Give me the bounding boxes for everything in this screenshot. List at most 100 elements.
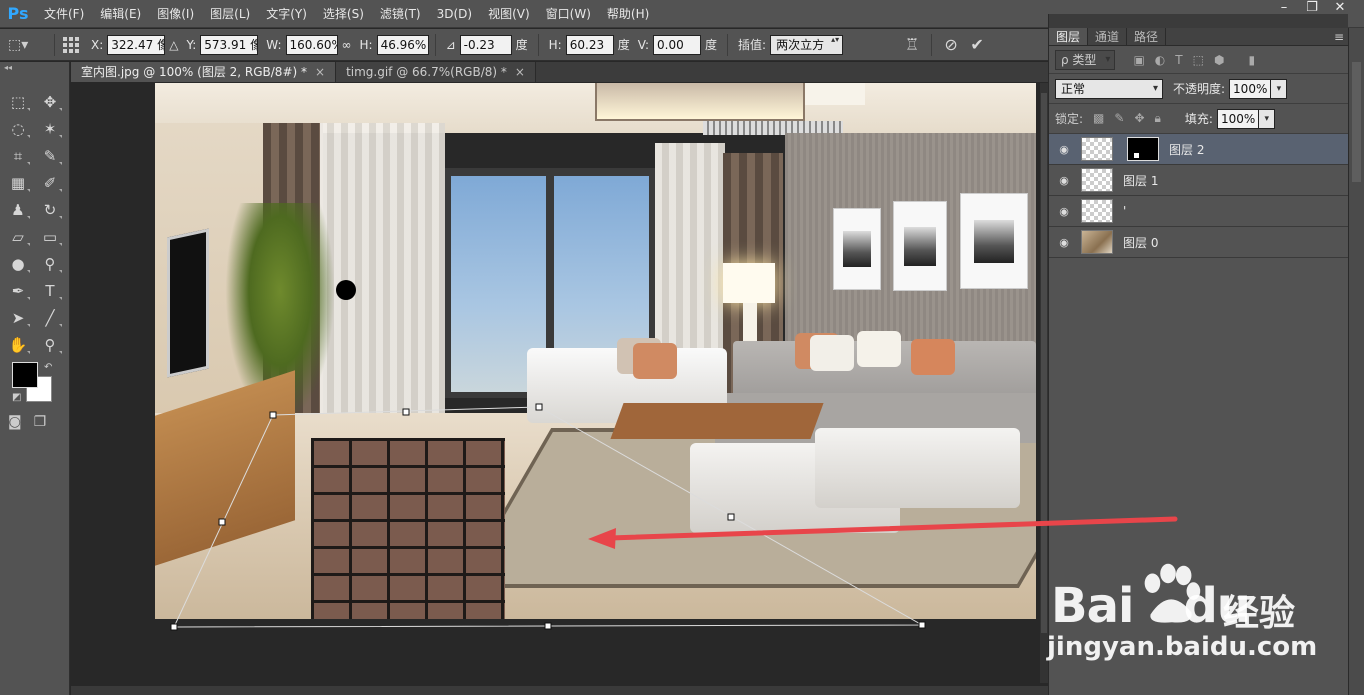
dodge-tool-icon[interactable]: ⚲	[36, 252, 64, 276]
gradient-tool-icon[interactable]: ▭	[36, 225, 64, 249]
default-colors-icon[interactable]: ◩	[12, 392, 21, 403]
line-tool-icon[interactable]: ╱	[36, 306, 64, 330]
warp-mode-icon[interactable]: ♖	[899, 33, 925, 57]
interpolation-select[interactable]: 两次立方	[770, 34, 844, 55]
baidu-logo-text: Bai du	[1051, 578, 1251, 634]
filter-toggle-icon[interactable]: ▮	[1248, 53, 1255, 67]
foreground-color[interactable]	[12, 362, 38, 388]
relative-icon[interactable]: △	[169, 38, 178, 52]
menu-edit[interactable]: 编辑(E)	[92, 0, 149, 28]
hskew-input[interactable]: 60.23	[565, 34, 614, 55]
lock-position-icon[interactable]: ✥	[1134, 111, 1144, 126]
healing-brush-icon[interactable]: ▦	[4, 171, 32, 195]
crop-tool-icon[interactable]: ⌗	[4, 144, 32, 168]
swap-colors-icon[interactable]: ↶	[44, 362, 52, 373]
layer-row-0[interactable]: ◉ 图层 0	[1049, 227, 1348, 258]
tab-channels[interactable]: 通道	[1088, 28, 1128, 45]
move-tool-icon[interactable]: ✥	[36, 90, 64, 114]
menu-view[interactable]: 视图(V)	[480, 0, 538, 28]
fill-label: 填充:	[1184, 112, 1213, 126]
menu-filter[interactable]: 滤镜(T)	[372, 0, 429, 28]
lock-transparency-icon[interactable]: ▩	[1093, 111, 1104, 126]
brush-tool-icon[interactable]: ✐	[36, 171, 64, 195]
scrollbar-thumb[interactable]	[1041, 93, 1047, 633]
tab-close-icon[interactable]: ×	[315, 65, 325, 79]
y-input[interactable]: 573.91 像	[200, 34, 259, 55]
tab-layers[interactable]: 图层	[1049, 28, 1089, 45]
visibility-eye-icon[interactable]: ◉	[1049, 205, 1079, 218]
lock-icons: ▩ ✎ ✥ 🔒︎	[1093, 111, 1161, 126]
cancel-transform-icon[interactable]: ⊘	[938, 33, 964, 57]
history-brush-icon[interactable]: ↻	[36, 198, 64, 222]
lasso-tool-icon[interactable]: ◌	[4, 117, 32, 141]
blend-mode-select[interactable]: 正常	[1055, 78, 1163, 99]
panel-dock-scroll[interactable]	[1352, 62, 1361, 182]
tab-paths[interactable]: 路径	[1127, 28, 1167, 45]
commit-transform-icon[interactable]: ✔	[964, 33, 990, 57]
layer-row-quote[interactable]: ◉ '	[1049, 196, 1348, 227]
filter-shape-icon[interactable]: ⬚	[1193, 53, 1204, 67]
width-input[interactable]: 160.60%	[285, 34, 338, 55]
divider	[54, 33, 55, 56]
magic-wand-icon[interactable]: ✶	[36, 117, 64, 141]
hand-tool-icon[interactable]: ✋	[4, 333, 32, 357]
menu-3d[interactable]: 3D(D)	[429, 0, 480, 28]
eraser-icon[interactable]: ▱	[4, 225, 32, 249]
quick-mask-icon[interactable]: ◙	[8, 414, 22, 430]
filter-pixel-icon[interactable]: ▣	[1133, 53, 1144, 67]
tab-document-1[interactable]: 室内图.jpg @ 100% (图层 2, RGB/8#) * ×	[71, 62, 337, 82]
filter-adjustment-icon[interactable]: ◐	[1155, 53, 1165, 67]
filter-smart-object-icon[interactable]: ⬢	[1214, 53, 1224, 67]
lock-pixels-icon[interactable]: ✎	[1114, 111, 1124, 126]
menu-image[interactable]: 图像(I)	[149, 0, 202, 28]
visibility-eye-icon[interactable]: ◉	[1049, 174, 1079, 187]
lock-all-icon[interactable]: 🔒︎	[1155, 111, 1161, 126]
divider	[727, 33, 729, 56]
path-select-icon[interactable]: ➤	[4, 306, 32, 330]
menu-layer[interactable]: 图层(L)	[202, 0, 258, 28]
fill-dropdown-icon[interactable]: ▾	[1259, 108, 1276, 129]
reference-point-icon[interactable]	[61, 35, 81, 55]
opacity-input[interactable]: 100%	[1229, 78, 1272, 99]
menu-file[interactable]: 文件(F)	[36, 0, 92, 28]
canvas-image[interactable]	[155, 83, 1036, 619]
menu-type[interactable]: 文字(Y)	[258, 0, 315, 28]
marquee-tool-icon[interactable]: ⬚	[4, 90, 32, 114]
menu-window[interactable]: 窗口(W)	[538, 0, 599, 28]
fill-input[interactable]: 100%	[1216, 108, 1260, 129]
clone-stamp-icon[interactable]: ♟	[4, 198, 32, 222]
link-icon[interactable]: ∞	[342, 38, 352, 52]
tab-close-icon[interactable]: ×	[515, 65, 525, 79]
filter-kind-select[interactable]: ρ 类型	[1055, 49, 1116, 70]
app-logo[interactable]: Ps	[0, 0, 36, 28]
filter-type-icon[interactable]: T	[1175, 53, 1182, 67]
sheer-curtain	[320, 123, 445, 423]
lock-label: 锁定:	[1055, 112, 1084, 126]
options-bar: ⬚▾ X: 322.47 像 △ Y: 573.91 像 W: 160.60% …	[0, 29, 1048, 61]
layer-mask-thumbnail[interactable]	[1127, 137, 1159, 161]
layer-row-2[interactable]: ◉ 图层 2	[1049, 134, 1348, 165]
visibility-eye-icon[interactable]: ◉	[1049, 143, 1079, 156]
screen-mode-icon[interactable]: ❐	[34, 414, 47, 430]
menu-help[interactable]: 帮助(H)	[599, 0, 657, 28]
height-input[interactable]: 46.96%	[376, 34, 429, 55]
toolbox-collapse-icon[interactable]: ◂◂	[0, 62, 69, 74]
type-tool-icon[interactable]: T	[36, 279, 64, 303]
tab-document-2[interactable]: timg.gif @ 66.7%(RGB/8) * ×	[336, 62, 536, 82]
angle-input[interactable]: -0.23	[459, 34, 512, 55]
transformed-tile-layer[interactable]	[311, 438, 505, 619]
visibility-eye-icon[interactable]: ◉	[1049, 236, 1079, 249]
tool-preset-icon[interactable]: ⬚▾	[8, 33, 48, 57]
opacity-dropdown-icon[interactable]: ▾	[1271, 78, 1288, 99]
zoom-tool-icon[interactable]: ⚲	[36, 333, 64, 357]
layer-row-1[interactable]: ◉ 图层 1	[1049, 165, 1348, 196]
eyedropper-icon[interactable]: ✎	[36, 144, 64, 168]
panel-menu-icon[interactable]: ≡	[1334, 28, 1348, 45]
pen-tool-icon[interactable]: ✒	[4, 279, 32, 303]
baidu-jingyan-text: 经验	[1223, 593, 1296, 634]
vskew-input[interactable]: 0.00	[653, 34, 702, 55]
x-input[interactable]: 322.47 像	[107, 34, 166, 55]
blur-tool-icon[interactable]: ●	[4, 252, 32, 276]
hskew-label: H:	[548, 37, 562, 52]
menu-select[interactable]: 选择(S)	[315, 0, 372, 28]
